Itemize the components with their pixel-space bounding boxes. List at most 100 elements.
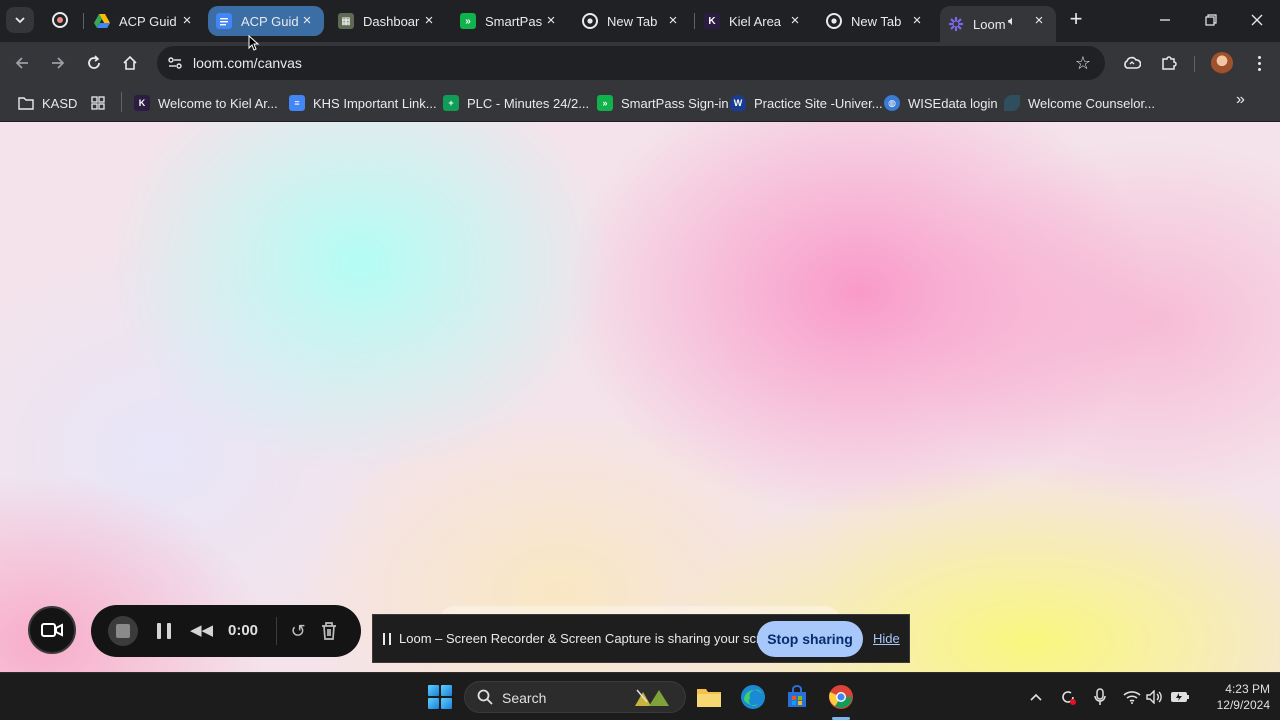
close-icon[interactable]: × (544, 13, 558, 28)
bookmark-wisedata[interactable]: ◍ WISEdata login (884, 92, 998, 114)
pause-recording-button[interactable] (157, 623, 171, 639)
kiel-icon: K (134, 95, 150, 111)
bookmark-label: Practice Site -Univer... (754, 95, 883, 111)
sync-status-icon[interactable] (1058, 687, 1078, 707)
cloud-extension-icon[interactable] (1122, 53, 1142, 73)
trash-icon (322, 622, 336, 640)
close-window-button[interactable] (1247, 10, 1267, 30)
pinned-tab-record-icon[interactable] (52, 12, 68, 28)
bookmark-welcome-counselor[interactable]: Welcome Counselor... (1004, 92, 1155, 114)
forward-button[interactable] (46, 51, 70, 75)
chrome-menu-icon[interactable] (1249, 53, 1269, 73)
globe-icon: ◍ (884, 95, 900, 111)
extensions-puzzle-icon[interactable] (1159, 53, 1179, 73)
reload-button[interactable] (82, 51, 106, 75)
bookmark-star-icon[interactable]: ☆ (1075, 53, 1091, 74)
close-icon[interactable]: × (422, 13, 436, 28)
battery-icon[interactable] (1170, 687, 1190, 707)
speaker-icon[interactable]: 🔈︎ (1008, 13, 1016, 29)
toolbar-divider (1194, 56, 1195, 72)
stop-recording-button[interactable] (108, 616, 138, 646)
wifi-icon[interactable] (1122, 687, 1142, 707)
tab-dashboard[interactable]: ▦ Dashboar × (330, 6, 446, 36)
google-docs-icon: ≡ (289, 95, 305, 111)
delete-recording-button[interactable] (318, 620, 340, 642)
tab-new-tab-2[interactable]: New Tab × (818, 6, 934, 36)
address-bar[interactable]: loom.com/canvas ☆ (157, 46, 1105, 80)
microsoft-store-icon[interactable] (783, 683, 811, 711)
smartpass-icon: » (597, 95, 613, 111)
camera-toggle-button[interactable] (28, 606, 76, 654)
dashboard-icon: ▦ (338, 13, 354, 29)
bookmark-khs-links[interactable]: ≡ KHS Important Link... (289, 92, 437, 114)
folder-icon (18, 95, 34, 111)
tab-smartpass[interactable]: » SmartPas × (452, 6, 568, 36)
bookmark-kasd[interactable]: KASD (18, 92, 77, 114)
recording-timer: 0:00 (228, 622, 259, 639)
bookmark-smartpass[interactable]: » SmartPass Sign-in (597, 92, 729, 114)
google-docs-icon (216, 13, 232, 29)
tab-title: Dashboar (363, 13, 420, 29)
search-icon (477, 689, 493, 705)
site-info-icon[interactable] (167, 55, 183, 71)
tab-new-tab-1[interactable]: New Tab × (574, 6, 690, 36)
tab-title: New Tab (607, 13, 658, 29)
edge-browser-icon[interactable] (739, 683, 767, 711)
hide-notification-link[interactable]: Hide (873, 631, 900, 646)
tab-title: Loom (973, 16, 1006, 32)
system-clock[interactable]: 4:23 PM 12/9/2024 (1196, 681, 1270, 713)
tray-overflow-chevron-icon[interactable] (1026, 687, 1046, 707)
microphone-icon[interactable] (1090, 687, 1110, 707)
close-icon[interactable]: × (300, 13, 314, 28)
windows-start-icon[interactable] (428, 685, 452, 709)
loom-icon (948, 16, 964, 32)
restore-button[interactable] (1201, 10, 1221, 30)
tab-loom[interactable]: Loom 🔈︎ × (940, 6, 1056, 42)
taskbar-search-box[interactable]: Search (464, 681, 686, 713)
volume-icon[interactable] (1145, 687, 1165, 707)
bookmark-plc-minutes[interactable]: + PLC - Minutes 24/2... (443, 92, 589, 114)
close-icon[interactable]: × (666, 13, 680, 28)
close-icon[interactable]: × (1032, 13, 1046, 28)
restore-icon (1205, 14, 1217, 26)
tab-kiel-area[interactable]: K Kiel Area × (696, 6, 812, 36)
bookmark-practice-site[interactable]: W Practice Site -Univer... (730, 92, 883, 114)
minimize-button[interactable] (1155, 10, 1175, 30)
bookmark-label: Welcome Counselor... (1028, 95, 1155, 111)
back-button[interactable] (10, 51, 34, 75)
stop-sharing-button[interactable]: Stop sharing (757, 621, 863, 657)
file-explorer-icon[interactable] (695, 683, 723, 711)
video-camera-icon (41, 623, 63, 637)
tab-search-button[interactable] (6, 7, 34, 33)
home-button[interactable] (118, 51, 142, 75)
close-icon[interactable]: × (910, 13, 924, 28)
close-icon[interactable]: × (788, 13, 802, 28)
chevron-down-icon (15, 17, 25, 24)
apps-grid-icon (90, 95, 106, 111)
bookmark-welcome-kiel[interactable]: K Welcome to Kiel Ar... (134, 92, 278, 114)
smartpass-icon: » (460, 13, 476, 29)
bookmark-label: WISEdata login (908, 95, 998, 111)
chrome-profile-icon[interactable] (827, 683, 855, 711)
google-sheets-icon: + (443, 95, 459, 111)
screen-sharing-notification: Loom – Screen Recorder & Screen Capture … (372, 614, 910, 663)
tab-acp-guide-drive[interactable]: ACP Guid × (86, 6, 204, 36)
more-bookmarks-chevron-icon[interactable]: » (1236, 91, 1245, 109)
rewind-icon[interactable]: ◀◀ (190, 621, 213, 641)
kiel-icon: K (704, 13, 720, 29)
reload-icon (88, 55, 100, 69)
bookmark-label: Welcome to Kiel Ar... (158, 95, 278, 111)
new-tab-button[interactable]: + (1066, 8, 1086, 30)
bookmarks-bar: KASD K Welcome to Kiel Ar... ≡ KHS Impor… (0, 84, 1280, 122)
url-text[interactable]: loom.com/canvas (193, 55, 302, 71)
chrome-icon (582, 13, 598, 29)
arrow-right-icon (52, 57, 65, 69)
tab-title: ACP Guid (241, 13, 299, 29)
minimize-icon (1160, 19, 1170, 21)
profile-avatar[interactable] (1211, 52, 1233, 74)
tab-separator (83, 13, 84, 29)
restart-icon[interactable]: ↺ (287, 620, 309, 642)
bookmark-apps[interactable] (90, 92, 114, 114)
tab-acp-guide-docs[interactable]: ACP Guid × (208, 6, 324, 36)
close-icon[interactable]: × (180, 13, 194, 28)
